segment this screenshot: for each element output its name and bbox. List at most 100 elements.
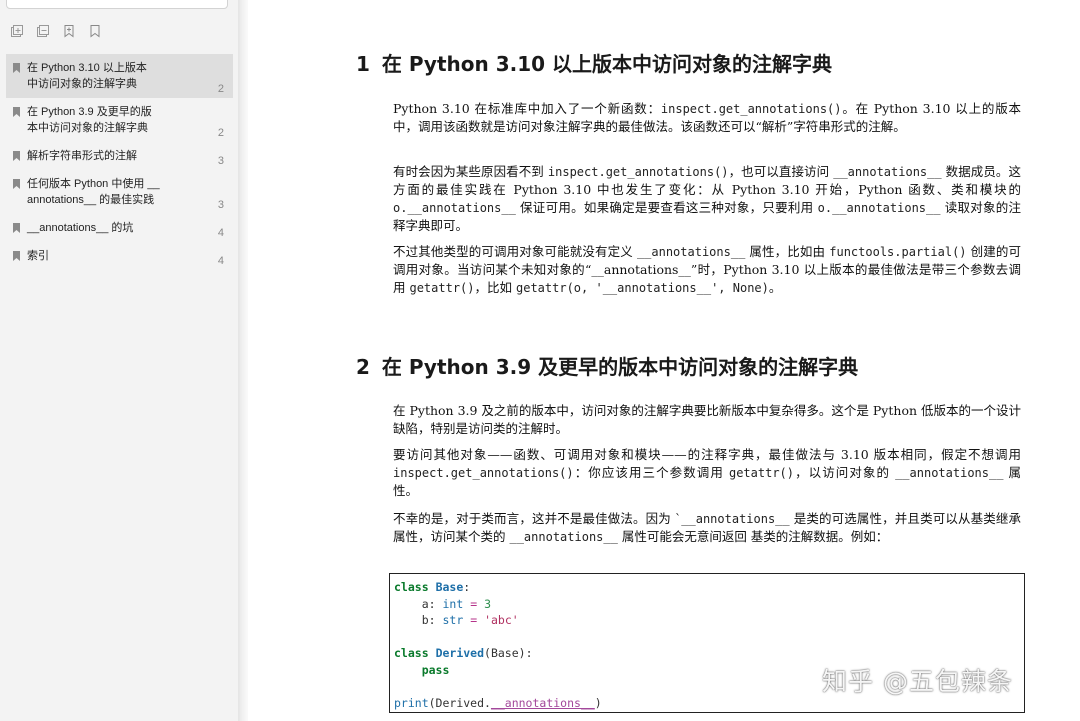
section-2-number: 2 [356,355,370,379]
sidebar-divider[interactable] [238,0,248,721]
expand-all-button[interactable] [8,22,26,40]
code-token: str [442,613,464,627]
bookmark-icon [13,251,20,261]
inline-code: getattr() [409,281,475,295]
section-1-paragraph-1: Python 3.10 在标准库中加入了一个新函数：inspect.get_an… [393,100,1021,136]
code-line: class Derived(Base): [394,645,1020,662]
code-token: pass [421,662,450,677]
outline-item-label: 解析字符串形式的注解 [27,150,137,162]
code-token: ) [594,695,602,710]
outline-item-page: 4 [217,255,224,267]
code-token: a: [394,596,443,611]
outline-item-label: 索引 [27,250,49,262]
collapse-all-button[interactable] [34,22,52,40]
code-line: b: str = 'abc' [394,612,1020,629]
add-bookmark-icon [64,25,74,38]
paragraph-text: 有时会因为某些原因看不到 [393,164,548,179]
paragraph-text: Python 3.10 在标准库中加入了一个新函数： [393,101,661,116]
document-page: 1 在 Python 3.10 以上版本中访问对象的注解字典 Python 3.1… [248,0,1080,721]
expand-all-icon [11,25,23,37]
bookmark-icon [13,151,20,161]
outline-item-label: 中访问对象的注解字典 [27,78,137,90]
code-token: print [394,695,429,710]
code-token: __annotations__ [490,695,595,710]
code-token: class [394,646,429,660]
paragraph-text: ，以访问对象的 [794,465,896,480]
outline-item-page: 3 [217,199,224,211]
outline-item-page: 3 [217,155,224,167]
outline-list: 在 Python 3.10 以上版本 中访问对象的注解字典 2 在 Python 3.… [6,54,233,270]
outline-item[interactable]: 在 Python 3.10 以上版本 中访问对象的注解字典 2 [6,54,233,98]
paragraph-text: 属性可能会无意间返回 基类的注解数据。例如： [617,529,889,544]
code-token: b: [394,613,443,627]
code-token: 3 [484,596,491,611]
inline-code: getattr() [728,466,794,480]
paragraph-text: ：你应该用三个参数调用 [573,465,729,480]
outline-item-page: 2 [217,83,224,95]
outline-item-label: 在 Python 3.10 以上版本 [27,62,147,74]
bookmark-icon [13,179,20,189]
section-2-paragraph-2: 要访问其他对象——函数、可调用对象和模块——的注释字典，最佳做法与 3.10 版… [393,446,1021,500]
code-token: Base [435,580,464,594]
section-1-paragraph-2: 有时会因为某些原因看不到 inspect.get_annotations()，也… [393,163,1021,235]
section-1-number: 1 [356,52,370,76]
bookmark-icon [13,223,20,233]
code-token: : [463,580,471,594]
inline-code: inspect.get_annotations() [547,165,729,179]
zhihu-watermark: 知乎 @五包辣条 [822,667,1013,696]
add-bookmark-button[interactable] [60,22,78,40]
inline-code: inspect.get_annotations() [393,466,574,480]
paragraph-text: 要访问其他对象——函数、可调用对象和模块——的注释字典，最佳做法与 3.10 版… [393,447,1021,462]
inline-code: functools.partial() [829,245,967,259]
paragraph-text: 保证可用。如果确定是要查看这三种对象，只要利用 [515,200,818,215]
outline-sidebar: 在 Python 3.10 以上版本 中访问对象的注解字典 2 在 Python 3.… [0,0,238,721]
bookmark-icon [13,107,20,117]
outline-item-label: annotations__ 的最佳实践 [27,194,155,206]
paragraph-text: 在 Python 3.9 及之前的版本中，访问对象的注解字典要比新版本中复杂得多… [393,403,1021,436]
bookmark-icon [13,63,20,73]
outline-item[interactable]: __annotations__ 的坑 4 [6,214,233,242]
code-token: (Base): [484,646,533,660]
bookmark-button[interactable] [86,22,104,40]
code-token: Derived [435,646,485,660]
outline-item[interactable]: 索引 4 [6,242,233,270]
code-token: class [394,580,429,594]
section-2-heading: 2 在 Python 3.9 及更早的版本中访问对象的注解字典 [356,351,858,380]
paragraph-text: ，也可以直接访问 [728,164,834,179]
outline-item-label: 在 Python 3.9 及更早的版 [27,106,152,118]
outline-toolbar [8,22,104,40]
code-line: class Base: [394,579,1020,596]
inline-code: __annotations__ [681,512,790,526]
section-2-paragraph-3: 不幸的是，对于类而言，这并不是最佳做法。因为 `__annotations__ … [393,510,1021,546]
bookmark-outline-icon [90,25,100,38]
section-1-heading: 1 在 Python 3.10 以上版本中访问对象的注解字典 [356,48,832,77]
code-token: int [442,596,464,611]
sidebar-search-input[interactable] [6,0,228,9]
section-2-paragraph-1: 在 Python 3.9 及之前的版本中，访问对象的注解字典要比新版本中复杂得多… [393,402,1021,438]
section-2-title: 在 Python 3.9 及更早的版本中访问对象的注解字典 [381,355,859,379]
paragraph-text: ，比如 [474,280,516,295]
inline-code: inspect.get_annotations() [660,102,842,116]
outline-item-label: 本中访问对象的注解字典 [27,122,148,134]
section-1-title: 在 Python 3.10 以上版本中访问对象的注解字典 [381,52,832,76]
inline-code: o.__annotations__ [817,201,941,215]
paragraph-text: 。 [768,280,782,295]
outline-item[interactable]: 解析字符串形式的注解 3 [6,142,233,170]
outline-item-page: 4 [217,227,224,239]
paragraph-text: 不幸的是，对于类而言，这并不是最佳做法。因为 ` [393,511,682,526]
inline-code: getattr(o, '__annotations__', None) [516,281,769,295]
outline-item-label: __annotations__ 的坑 [27,222,134,234]
paragraph-text: 不过其他类型的可调用对象可能就没有定义 [393,244,637,259]
outline-item-label: 任何版本 Python 中使用 __ [27,178,160,190]
code-token: (Derived. [428,695,491,710]
inline-code: __annotations__ [636,245,746,259]
outline-item[interactable]: 任何版本 Python 中使用 __ annotations__ 的最佳实践 3 [6,170,233,214]
code-token: 'abc' [484,613,519,627]
outline-item[interactable]: 在 Python 3.9 及更早的版 本中访问对象的注解字典 2 [6,98,233,142]
inline-code: __annotations__ [895,466,1004,480]
inline-code: o.__annotations__ [393,201,516,215]
